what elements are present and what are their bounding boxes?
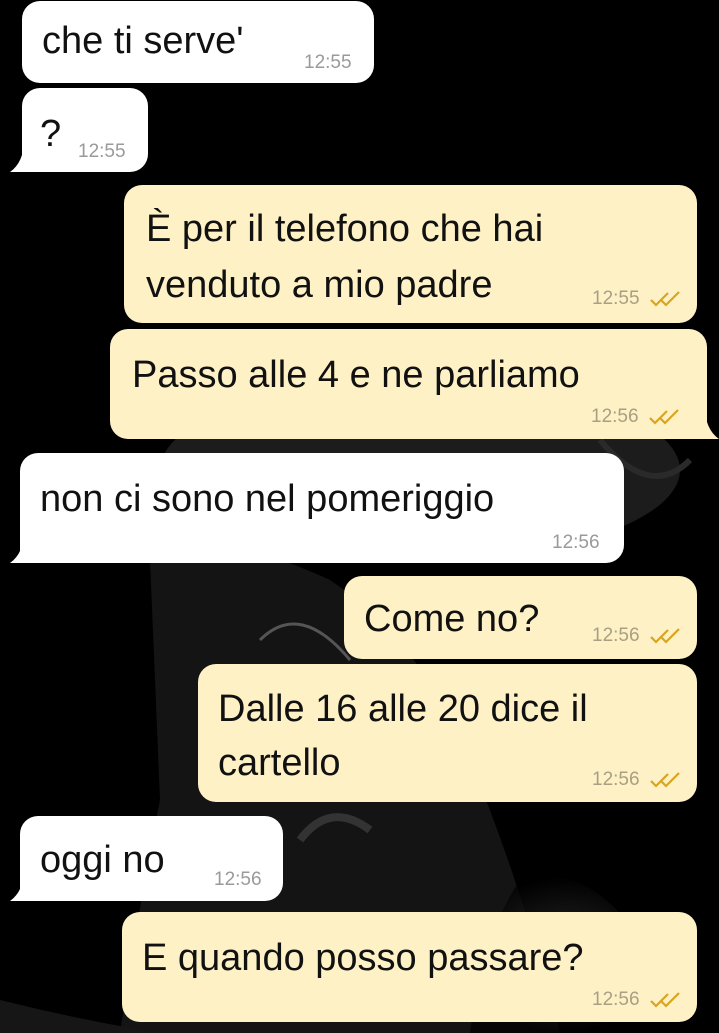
- message-text: ?: [40, 113, 62, 155]
- message-status: 12:56: [592, 990, 683, 1010]
- incoming-message[interactable]: ? 12:55: [22, 88, 148, 172]
- message-time: 12:56: [552, 532, 600, 553]
- message-time: 12:56: [592, 625, 640, 646]
- double-check-icon: [650, 772, 680, 788]
- outgoing-message[interactable]: Come no? 12:56: [344, 576, 697, 659]
- message-text-line: cartello: [218, 742, 341, 784]
- message-time: 12:56: [592, 769, 640, 790]
- message-time: 12:56: [592, 989, 640, 1010]
- message-status: 12:56: [592, 626, 683, 646]
- double-check-icon: [649, 409, 679, 425]
- double-check-icon: [650, 291, 680, 307]
- outgoing-message[interactable]: Dalle 16 alle 20 dice il cartello 12:56: [198, 664, 697, 802]
- message-text-line: È per il telefono che hai: [146, 208, 544, 250]
- message-text-line: venduto a mio padre: [146, 264, 493, 306]
- message-time: 12:56: [591, 406, 639, 427]
- message-status: 12:56: [591, 407, 682, 427]
- incoming-message[interactable]: oggi no 12:56: [20, 816, 283, 901]
- incoming-message[interactable]: che ti serve' 12:55: [22, 1, 374, 83]
- message-time: 12:55: [592, 288, 640, 309]
- incoming-message[interactable]: non ci sono nel pomeriggio 12:56: [20, 453, 624, 563]
- message-status: 12:55: [592, 289, 683, 309]
- message-text: E quando posso passare?: [142, 937, 584, 979]
- outgoing-message[interactable]: Passo alle 4 e ne parliamo 12:56: [110, 329, 707, 439]
- message-status: 12:56: [592, 770, 683, 790]
- double-check-icon: [650, 628, 680, 644]
- message-text: oggi no: [40, 839, 165, 881]
- message-time: 12:55: [78, 141, 126, 162]
- message-time: 12:55: [304, 52, 352, 73]
- message-text: che ti serve': [42, 20, 244, 62]
- double-check-icon: [650, 992, 680, 1008]
- message-text: Come no?: [364, 598, 540, 640]
- outgoing-message[interactable]: E quando posso passare? 12:56: [122, 912, 697, 1022]
- outgoing-message[interactable]: È per il telefono che hai venduto a mio …: [124, 185, 697, 323]
- message-text: non ci sono nel pomeriggio: [40, 478, 495, 520]
- bubble-tail: [697, 407, 719, 439]
- message-text-line: Dalle 16 alle 20 dice il: [218, 688, 588, 730]
- message-time: 12:56: [214, 869, 262, 890]
- message-text: Passo alle 4 e ne parliamo: [132, 354, 580, 396]
